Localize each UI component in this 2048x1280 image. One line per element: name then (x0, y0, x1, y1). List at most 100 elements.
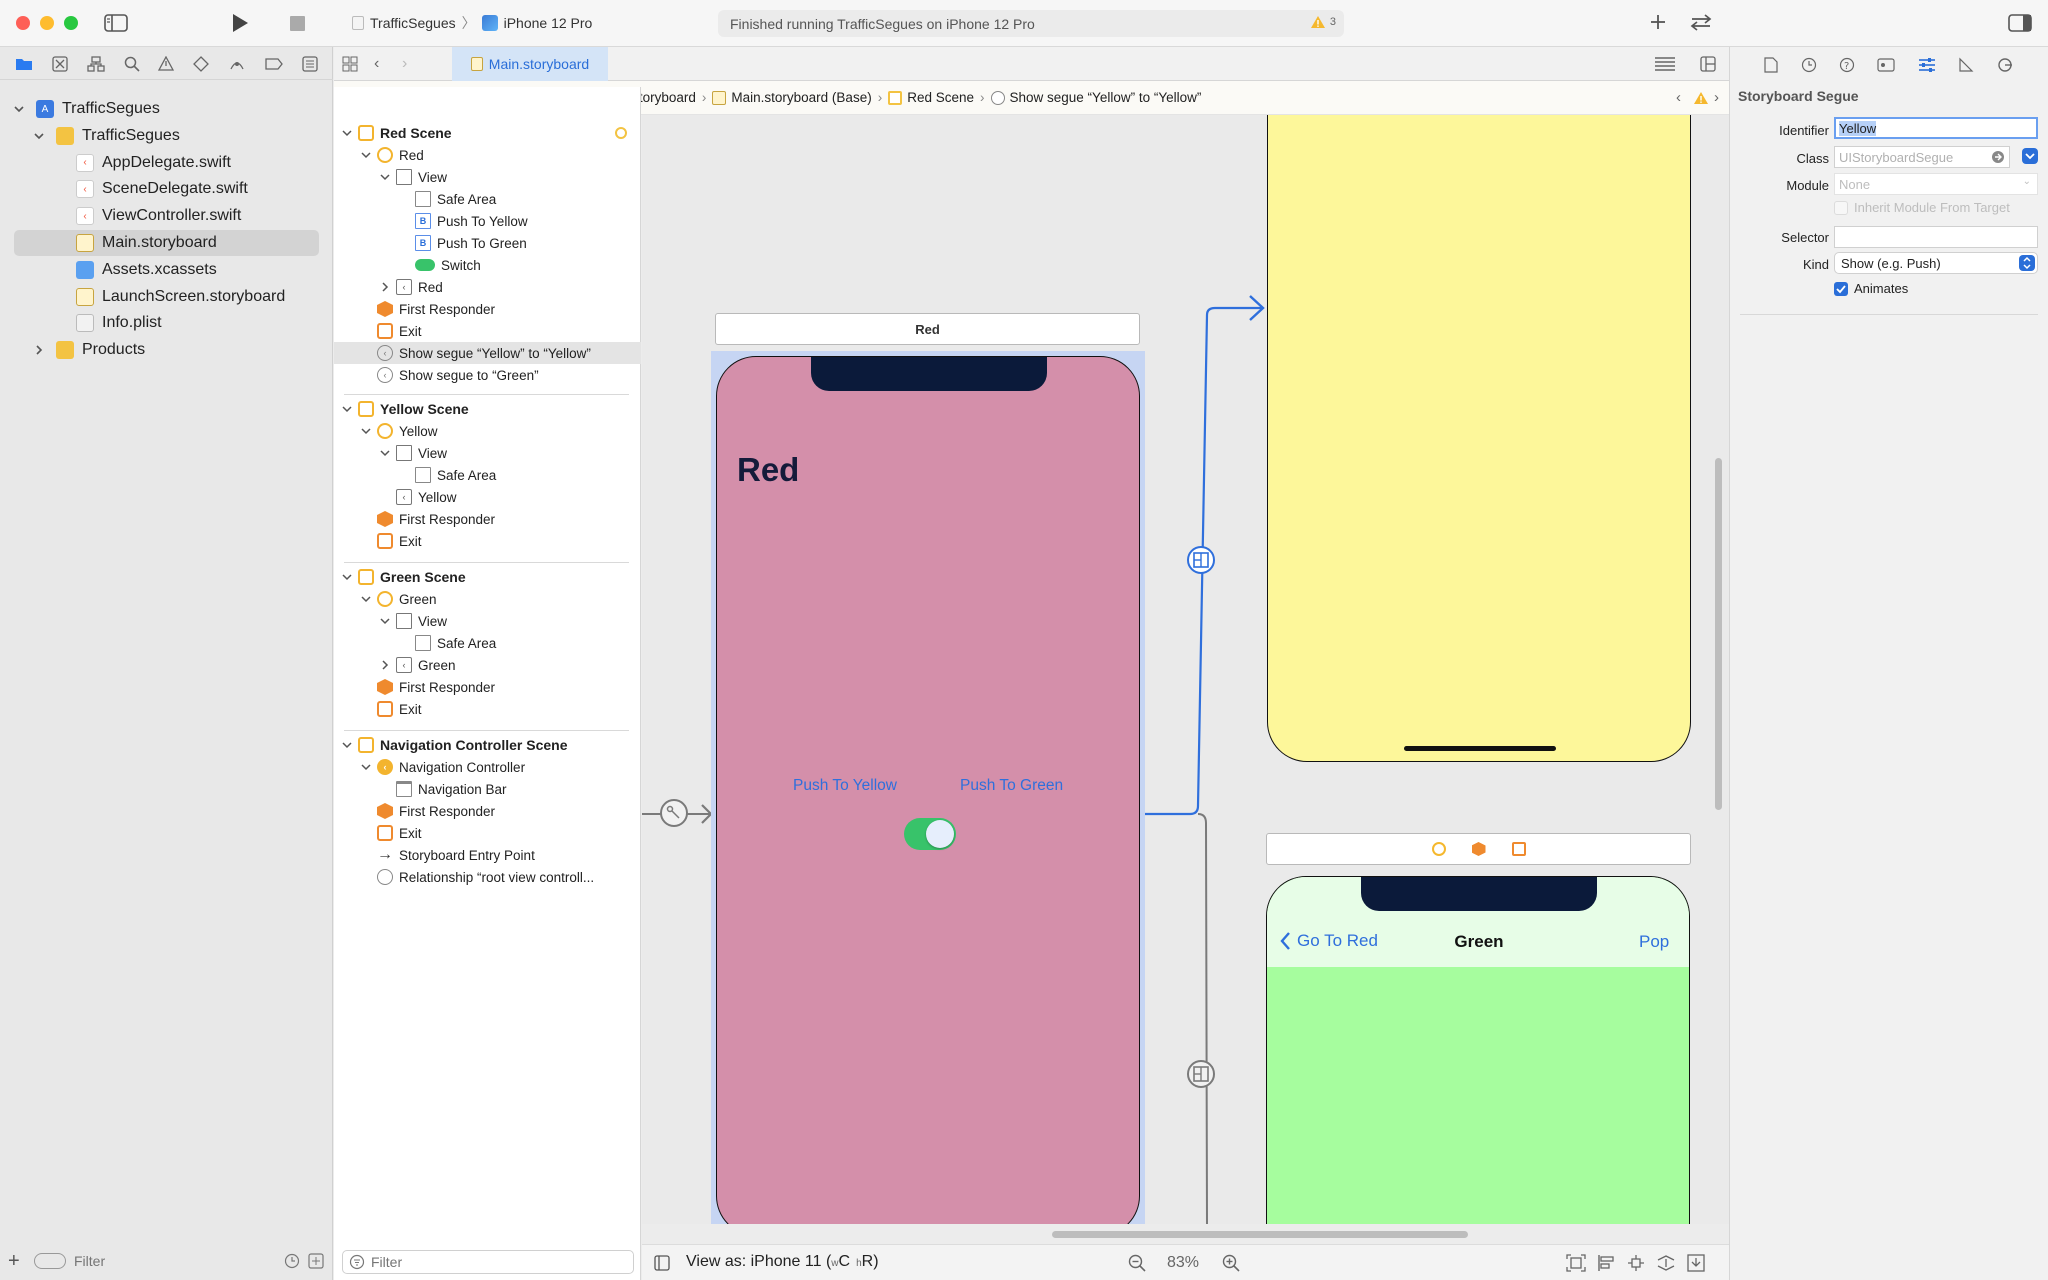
outline-row[interactable]: ‹ Navigation Controller (334, 756, 641, 778)
scheme-selector[interactable]: TrafficSegues 〉 iPhone 12 Pro (352, 11, 592, 35)
green-scene-phone[interactable]: Go To Red Green Pop (1266, 876, 1690, 1224)
outline-row[interactable]: ‹ Green (334, 654, 641, 676)
red-scene-dock[interactable]: Red (715, 313, 1140, 345)
outline-row[interactable]: Red (334, 144, 641, 166)
search-icon[interactable] (124, 56, 140, 72)
outline-row[interactable]: View (334, 442, 641, 464)
outline-row[interactable]: First Responder (334, 508, 641, 530)
storyboard-canvas[interactable]: Red Red Push To Yellow Push To Green Go … (642, 115, 1729, 1224)
outline-row[interactable]: First Responder (334, 676, 641, 698)
filter-options-icon[interactable] (34, 1253, 66, 1269)
outline-row[interactable]: ‹ Yellow (334, 486, 641, 508)
push-to-yellow-button[interactable]: Push To Yellow (793, 777, 897, 795)
zoom-in-icon[interactable] (1222, 1254, 1240, 1272)
show-segue-green-icon[interactable] (1187, 1060, 1215, 1088)
disclosure-triangle-icon[interactable] (34, 131, 50, 141)
disclosure-triangle-icon[interactable] (361, 762, 377, 772)
yellow-scene-phone[interactable] (1267, 115, 1691, 762)
pop-button[interactable]: Pop (1639, 932, 1669, 952)
outline-row[interactable]: Safe Area (334, 632, 641, 654)
class-field[interactable]: UIStoryboardSegue (1834, 146, 2010, 168)
show-segue-yellow-icon[interactable] (1187, 546, 1215, 574)
test-navigator-icon[interactable] (193, 55, 210, 72)
size-inspector-icon[interactable] (1958, 57, 1974, 73)
navigator-item[interactable]: Main.storyboard (14, 230, 319, 256)
split-editor-icon[interactable] (1700, 56, 1716, 72)
navigator-item[interactable]: Assets.xcassets (14, 257, 324, 283)
disclosure-triangle-icon[interactable] (342, 572, 358, 582)
switch-toggle[interactable] (904, 818, 956, 850)
navigator-item[interactable]: TrafficSegues (14, 123, 324, 149)
forward-arrow-icon[interactable]: › (402, 55, 407, 73)
jump-bar-item[interactable]: Show segue “Yellow” to “Yellow” (990, 90, 1201, 105)
outline-row[interactable]: Relationship “root view controll... (334, 866, 641, 888)
resolve-auto-layout-icon[interactable] (1657, 1254, 1675, 1272)
outline-row[interactable]: Yellow (334, 420, 641, 442)
navigator-item[interactable]: A TrafficSegues (14, 96, 324, 122)
navigator-item[interactable]: ‹ AppDelegate.swift (14, 150, 324, 176)
quick-help-icon[interactable]: ? (1839, 57, 1855, 73)
outline-filter-input[interactable] (371, 1254, 633, 1270)
align-icon[interactable] (1597, 1254, 1615, 1272)
disclosure-triangle-icon[interactable] (361, 150, 377, 160)
red-scene-phone[interactable]: Red Push To Yellow Push To Green (716, 356, 1140, 1224)
connections-inspector-icon[interactable] (1997, 57, 2013, 73)
outline-row[interactable]: Navigation Bar (334, 778, 641, 800)
module-field[interactable]: None ⌄ (1834, 173, 2038, 195)
grid-icon[interactable] (342, 56, 358, 72)
file-inspector-icon[interactable] (1764, 56, 1778, 73)
outline-row[interactable]: Safe Area (334, 464, 641, 486)
report-navigator-icon[interactable] (301, 55, 318, 72)
navigator-item[interactable]: Info.plist (14, 310, 324, 336)
source-control-navigator-icon[interactable] (52, 55, 68, 72)
outline-row[interactable]: First Responder (334, 298, 641, 320)
jump-bar-item[interactable]: Main.storyboard (Base) (712, 90, 872, 105)
green-scene-dock[interactable] (1266, 833, 1691, 865)
library-plus-icon[interactable] (1648, 12, 1668, 32)
attributes-inspector-icon[interactable] (1918, 57, 1936, 73)
add-file-icon[interactable]: + (8, 1250, 26, 1273)
outline-row[interactable]: Exit (334, 530, 641, 552)
outline-row[interactable]: View (334, 166, 641, 188)
outline-row[interactable]: ‹ Red (334, 276, 641, 298)
zoom-out-icon[interactable] (1128, 1254, 1146, 1272)
navigator-item[interactable]: ‹ ViewController.swift (14, 203, 324, 229)
outline-row[interactable]: Green (334, 588, 641, 610)
disclosure-triangle-icon[interactable] (361, 426, 377, 436)
outline-row[interactable]: B Push To Yellow (334, 210, 641, 232)
add-constraints-icon[interactable] (1627, 1254, 1645, 1272)
push-to-green-button[interactable]: Push To Green (960, 777, 1063, 795)
breakpoint-navigator-icon[interactable] (265, 57, 283, 70)
outline-row[interactable]: Exit (334, 320, 641, 342)
document-outline-toggle-icon[interactable] (654, 1255, 670, 1271)
navigator-filter-input[interactable] (74, 1253, 276, 1269)
jump-forward-icon[interactable]: › (1714, 89, 1719, 106)
outline-row[interactable]: ‹ Show segue “Yellow” to “Yellow” (334, 342, 641, 364)
disclosure-triangle-icon[interactable] (380, 172, 396, 182)
back-arrow-icon[interactable]: ‹ (374, 55, 379, 73)
tab-main-storyboard[interactable]: Main.storyboard (452, 47, 608, 81)
outline-row[interactable]: Exit (334, 698, 641, 720)
inspector-toggle-icon[interactable] (2008, 13, 2032, 33)
horizontal-scrollbar[interactable] (1052, 1231, 1468, 1238)
disclosure-triangle-icon[interactable] (380, 448, 396, 458)
outline-row[interactable]: → Storyboard Entry Point (334, 844, 641, 866)
editor-options-icon[interactable] (1654, 56, 1676, 72)
identity-inspector-icon[interactable] (1877, 57, 1896, 72)
warning-icon[interactable] (1693, 91, 1709, 105)
disclosure-triangle-icon[interactable] (342, 404, 358, 414)
minimize-window-button[interactable] (40, 16, 54, 30)
go-to-class-arrow-icon[interactable] (1991, 150, 2005, 164)
animates-checkbox[interactable]: Animates (1834, 281, 1908, 296)
run-button[interactable] (230, 12, 250, 34)
debug-navigator-icon[interactable] (228, 56, 246, 72)
navigator-item[interactable]: ‹ SceneDelegate.swift (14, 176, 324, 202)
disclosure-triangle-icon[interactable] (14, 104, 30, 114)
symbol-navigator-icon[interactable] (87, 55, 105, 72)
outline-scene-header[interactable]: Yellow Scene (334, 398, 641, 420)
outline-row[interactable]: Switch (334, 254, 641, 276)
disclosure-triangle-icon[interactable] (342, 740, 358, 750)
close-window-button[interactable] (16, 16, 30, 30)
outline-scene-header[interactable]: Navigation Controller Scene (334, 734, 641, 756)
zoom-level[interactable]: 83% (1167, 1254, 1199, 1272)
